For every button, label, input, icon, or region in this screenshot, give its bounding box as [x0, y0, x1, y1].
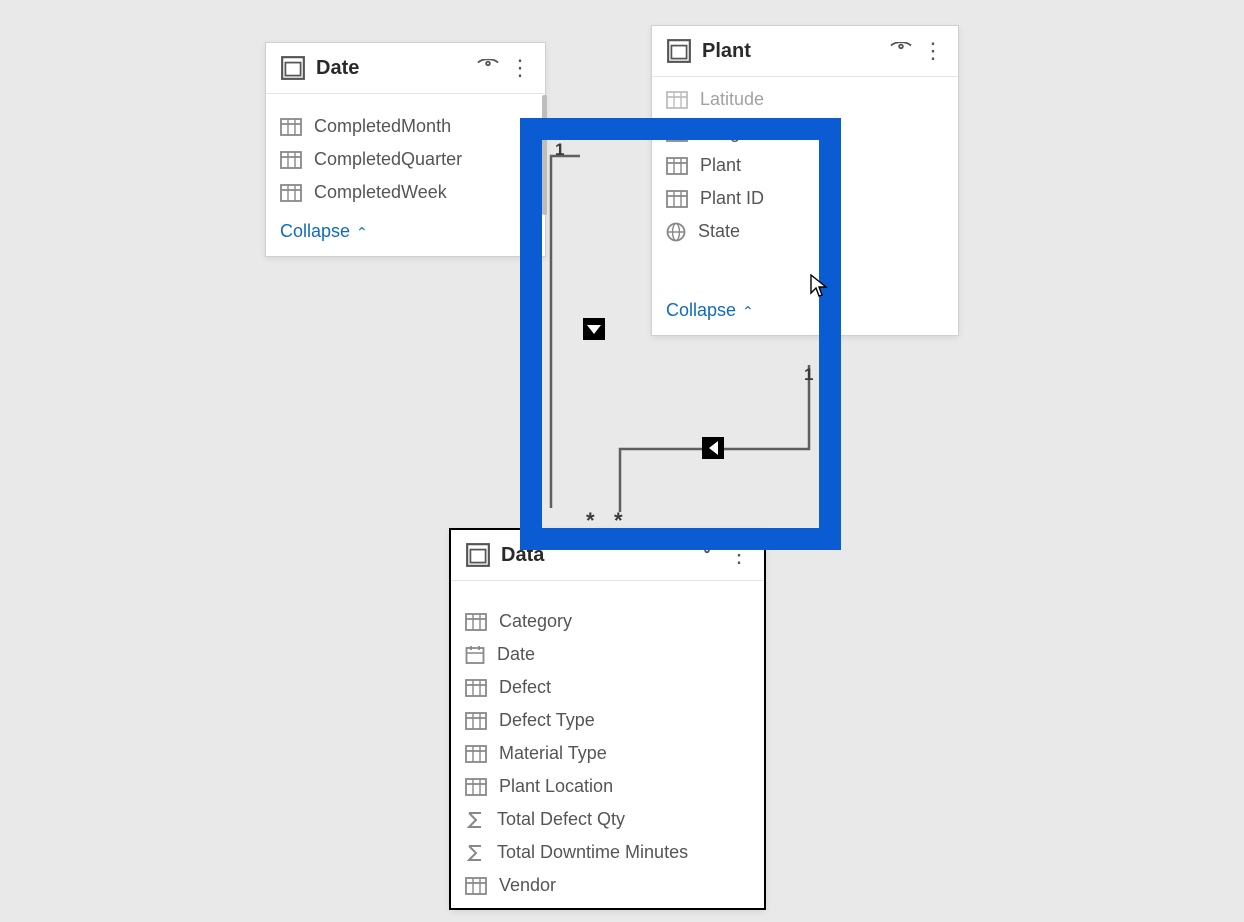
visibility-icon[interactable]	[890, 42, 912, 60]
field-name: State	[698, 221, 740, 242]
chevron-up-icon: ⌄	[356, 223, 368, 240]
calendar-icon	[465, 645, 485, 665]
sigma-icon	[465, 843, 485, 863]
column-icon	[666, 124, 688, 142]
field-name: CompletedQuarter	[314, 149, 462, 170]
column-icon	[465, 745, 487, 763]
field-name: Total Defect Qty	[497, 809, 625, 830]
globe-icon	[666, 222, 686, 242]
model-canvas[interactable]: 1 * 1 * Date ⋮	[0, 0, 1244, 922]
field-row[interactable]: Date	[465, 638, 750, 671]
table-card-date[interactable]: Date ⋮ CompletedMonth CompletedQuarter C…	[265, 42, 546, 257]
field-row[interactable]: Total Defect Qty	[465, 803, 750, 836]
more-options-icon[interactable]: ⋮	[728, 544, 750, 566]
table-title: Data	[501, 544, 696, 567]
field-name: CompletedMonth	[314, 116, 451, 137]
field-name: Longitude	[700, 122, 779, 143]
relationship-date-data-one-label: 1	[555, 140, 564, 160]
field-row[interactable]: Plant	[666, 149, 944, 182]
field-name: Latitude	[700, 89, 764, 110]
visibility-icon[interactable]	[477, 59, 499, 77]
visibility-icon[interactable]	[696, 546, 718, 564]
table-icon	[666, 38, 692, 64]
column-icon	[666, 91, 688, 109]
field-row[interactable]: Defect	[465, 671, 750, 704]
more-options-icon[interactable]: ⋮	[509, 57, 531, 79]
field-row[interactable]: Category	[465, 605, 750, 638]
field-row[interactable]: Material Type	[465, 737, 750, 770]
field-row[interactable]: CompletedWeek	[280, 176, 531, 209]
field-row[interactable]: CompletedQuarter	[280, 143, 531, 176]
field-row[interactable]: Total Downtime Minutes	[465, 836, 750, 869]
more-options-icon[interactable]: ⋮	[922, 40, 944, 62]
column-icon	[280, 184, 302, 202]
column-icon	[465, 613, 487, 631]
chevron-up-icon: ⌄	[742, 302, 754, 319]
field-name: CompletedWeek	[314, 182, 447, 203]
table-card-data[interactable]: Data ⋮ Category Date Defect	[449, 528, 766, 910]
field-name: Defect	[499, 677, 551, 698]
collapse-button[interactable]: Collapse ⌄	[266, 215, 545, 256]
field-row[interactable]: State	[666, 215, 944, 248]
column-icon	[666, 190, 688, 208]
field-name: Material Type	[499, 743, 607, 764]
relationship-plant-data-one-label: 1	[804, 365, 813, 385]
column-icon	[465, 712, 487, 730]
field-name: Plant	[700, 155, 741, 176]
collapse-label: Collapse	[280, 221, 350, 242]
relationship-date-data-line[interactable]	[540, 150, 600, 530]
field-row[interactable]: Vendor	[465, 869, 750, 902]
column-icon	[465, 778, 487, 796]
table-card-plant[interactable]: Plant ⋮ Latitude Longitude Plant	[651, 25, 959, 336]
sigma-icon	[465, 810, 485, 830]
column-icon	[280, 151, 302, 169]
field-name: Plant ID	[700, 188, 764, 209]
table-title: Plant	[702, 40, 890, 63]
field-name: Category	[499, 611, 572, 632]
collapse-button[interactable]: Collapse ⌄	[652, 294, 958, 335]
column-icon	[465, 679, 487, 697]
collapse-label: Collapse	[666, 300, 736, 321]
field-row[interactable]: Longitude	[666, 116, 944, 149]
field-row[interactable]: Latitude	[666, 83, 944, 116]
relationship-date-data-direction-icon	[583, 318, 605, 340]
table-icon	[465, 542, 491, 568]
field-list: Category Date Defect Defect Type Materia…	[451, 581, 764, 908]
field-row[interactable]: Plant ID	[666, 182, 944, 215]
field-list: Latitude Longitude Plant Plant ID State	[652, 77, 958, 254]
relationship-plant-data-direction-icon	[702, 437, 724, 459]
table-title: Date	[316, 57, 477, 80]
column-icon	[280, 118, 302, 136]
field-row[interactable]: Plant Location	[465, 770, 750, 803]
field-row[interactable]: CompletedMonth	[280, 110, 531, 143]
field-name: Defect Type	[499, 710, 595, 731]
column-icon	[666, 157, 688, 175]
field-row[interactable]: Defect Type	[465, 704, 750, 737]
column-icon	[465, 877, 487, 895]
table-icon	[280, 55, 306, 81]
field-list: CompletedMonth CompletedQuarter Complete…	[266, 94, 545, 215]
scrollbar[interactable]	[542, 95, 547, 215]
field-name: Date	[497, 644, 535, 665]
field-name: Total Downtime Minutes	[497, 842, 688, 863]
field-name: Plant Location	[499, 776, 613, 797]
field-name: Vendor	[499, 875, 556, 896]
